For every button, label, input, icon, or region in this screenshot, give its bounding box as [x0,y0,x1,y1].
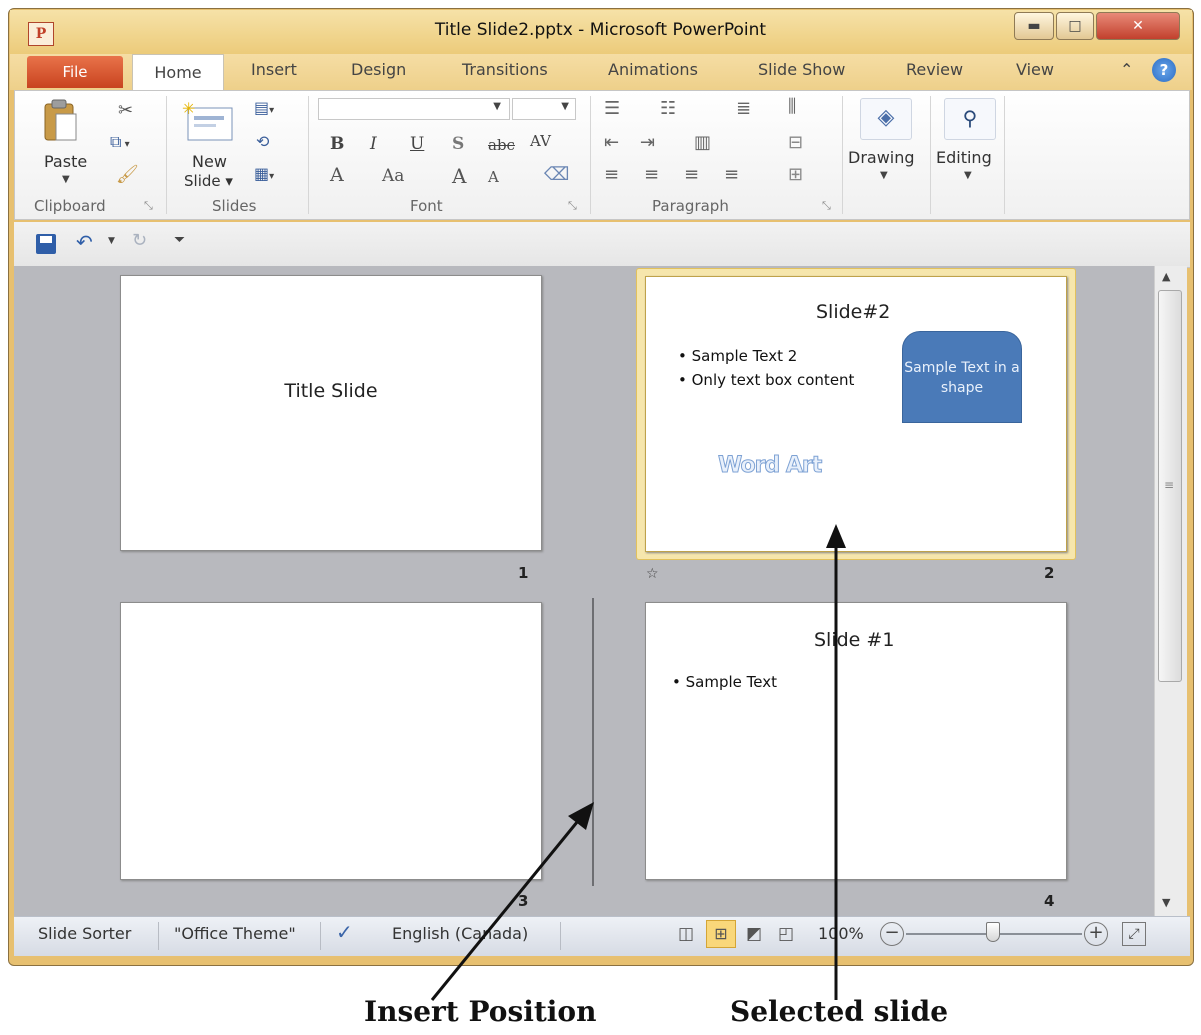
selected-slide-annotation: Selected slide [730,995,949,1028]
annotation-arrows [430,524,846,1001]
insert-position-annotation: Insert Position [364,995,597,1028]
